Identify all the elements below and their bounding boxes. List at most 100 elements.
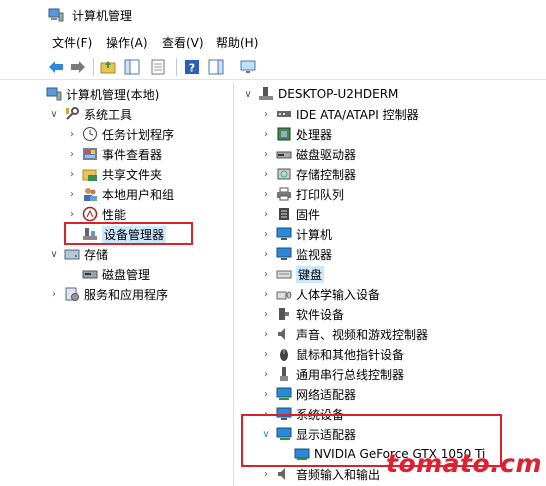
device-manager-highlight	[64, 222, 193, 245]
device-category-usb[interactable]: › 通用串行总线控制器	[260, 364, 404, 384]
menu-view[interactable]: 查看(V)	[162, 34, 204, 51]
device-category-sound[interactable]: › 声音、视频和游戏控制器	[260, 324, 428, 344]
device-category-storage-controllers[interactable]: › 存储控制器	[260, 164, 356, 184]
speaker-icon	[278, 328, 285, 340]
chevron-right-icon[interactable]: ›	[66, 168, 78, 180]
svg-text:?: ?	[189, 62, 195, 75]
tree-item-event-viewer[interactable]: › 事件查看器	[66, 144, 162, 164]
chevron-right-icon[interactable]: ›	[260, 208, 272, 220]
ide-controller-icon	[277, 111, 291, 117]
chevron-right-icon[interactable]: ›	[260, 268, 272, 280]
tree-item-shared-folders[interactable]: › 共享文件夹	[66, 164, 162, 184]
services-icon	[65, 287, 79, 301]
storage-icon	[64, 249, 80, 260]
tree-item-system-tools[interactable]: ∨ 系统工具	[48, 104, 132, 124]
tree-item-services[interactable]: › 服务和应用程序	[48, 284, 168, 304]
event-viewer-icon	[83, 148, 97, 160]
device-category-computer[interactable]: › 计算机	[260, 224, 332, 244]
menu-bar: 文件(F) 操作(A) 查看(V) 帮助(H)	[0, 32, 546, 52]
chevron-right-icon[interactable]: ›	[260, 308, 272, 320]
watermark: tomato.cm	[386, 449, 543, 478]
device-category-monitors[interactable]: › 监视器	[260, 244, 332, 264]
device-tree-root[interactable]: ∨ DESKTOP-U2HDERM	[242, 84, 398, 104]
chevron-right-icon[interactable]: ›	[260, 248, 272, 260]
chevron-right-icon[interactable]: ›	[260, 228, 272, 240]
menu-action[interactable]: 操作(A)	[106, 34, 148, 51]
chevron-right-icon[interactable]: ›	[48, 288, 60, 300]
computer-management-icon	[48, 8, 64, 22]
monitor-icon	[276, 227, 292, 240]
chevron-right-icon[interactable]: ›	[260, 368, 272, 380]
chevron-right-icon[interactable]: ›	[260, 348, 272, 360]
chevron-right-icon[interactable]: ›	[260, 468, 272, 480]
title-bar: 计算机管理	[0, 0, 546, 30]
menu-help[interactable]: 帮助(H)	[216, 34, 258, 51]
chevron-down-icon[interactable]: ∨	[48, 248, 60, 260]
device-category-mice[interactable]: › 鼠标和其他指针设备	[260, 344, 404, 364]
chevron-right-icon[interactable]: ›	[66, 208, 78, 220]
disk-management-icon	[82, 270, 98, 279]
device-category-keyboards[interactable]: › 键盘	[260, 264, 325, 284]
device-category-hid[interactable]: › 人体学输入设备	[260, 284, 380, 304]
chevron-right-icon[interactable]: ›	[260, 288, 272, 300]
printer-icon	[277, 187, 291, 201]
keyboard-icon	[276, 270, 292, 279]
chevron-right-icon[interactable]: ›	[66, 188, 78, 200]
clock-icon	[83, 127, 97, 141]
users-icon	[84, 188, 97, 201]
tree-item-task-scheduler[interactable]: › 任务计划程序	[66, 124, 174, 144]
computer-management-icon	[46, 87, 62, 101]
tree-item-storage[interactable]: ∨ 存储	[48, 244, 108, 264]
performance-icon	[82, 206, 98, 222]
chevron-right-icon[interactable]: ›	[260, 168, 272, 180]
cpu-icon	[277, 127, 291, 141]
menu-file[interactable]: 文件(F)	[52, 34, 92, 51]
chevron-right-icon[interactable]: ›	[260, 148, 272, 160]
chevron-right-icon[interactable]: ›	[260, 108, 272, 120]
help-icon[interactable]: ?	[182, 57, 202, 77]
chevron-right-icon[interactable]: ›	[260, 388, 272, 400]
chevron-right-icon[interactable]: ›	[260, 328, 272, 340]
computer-icon	[259, 87, 273, 100]
up-folder-icon[interactable]	[98, 57, 118, 77]
device-category-software-devices[interactable]: › 软件设备	[260, 304, 344, 324]
chevron-down-icon[interactable]: ∨	[242, 88, 254, 100]
tools-icon	[66, 107, 79, 120]
properties-icon[interactable]	[148, 57, 168, 77]
tree-root-label: 计算机管理(本地)	[66, 87, 160, 102]
device-category-ide[interactable]: › IDE ATA/ATAPI 控制器	[260, 104, 419, 124]
tree-item-local-users[interactable]: › 本地用户和组	[66, 184, 174, 204]
chevron-right-icon[interactable]: ›	[66, 128, 78, 140]
back-arrow-icon[interactable]	[46, 57, 66, 77]
device-category-processor[interactable]: › 处理器	[260, 124, 332, 144]
monitor-icon[interactable]	[238, 57, 258, 77]
software-device-icon	[279, 308, 289, 320]
speaker-icon	[278, 468, 285, 480]
firmware-icon	[279, 208, 289, 220]
device-category-network[interactable]: › 网络适配器	[260, 384, 356, 404]
tree-item-performance[interactable]: › 性能	[66, 204, 126, 224]
show-pane-icon[interactable]	[206, 57, 226, 77]
shared-folder-icon	[82, 169, 97, 181]
chevron-right-icon[interactable]: ›	[66, 148, 78, 160]
storage-controller-icon	[277, 168, 291, 180]
tree-item-disk-management[interactable]: 磁盘管理	[78, 264, 150, 284]
show-hide-tree-icon[interactable]	[122, 57, 142, 77]
chevron-right-icon[interactable]: ›	[260, 128, 272, 140]
device-category-firmware[interactable]: › 固件	[260, 204, 320, 224]
chevron-down-icon[interactable]: ∨	[48, 108, 60, 120]
device-category-print-queues[interactable]: › 打印队列	[260, 184, 344, 204]
usb-icon	[280, 367, 288, 381]
network-adapter-icon	[276, 387, 292, 400]
forward-arrow-icon[interactable]	[68, 57, 88, 77]
tree-root-computer-management[interactable]: 计算机管理(本地)	[46, 84, 159, 104]
toolbar: ?	[0, 54, 546, 80]
hid-icon	[276, 291, 292, 300]
window-title: 计算机管理	[72, 9, 133, 23]
mouse-icon	[280, 349, 288, 361]
device-category-disk-drives[interactable]: › 磁盘驱动器	[260, 144, 356, 164]
chevron-right-icon[interactable]: ›	[260, 188, 272, 200]
monitor-icon	[276, 247, 292, 260]
disk-drive-icon	[276, 151, 292, 159]
device-category-audio-io[interactable]: › 音频输入和输出	[260, 464, 380, 484]
